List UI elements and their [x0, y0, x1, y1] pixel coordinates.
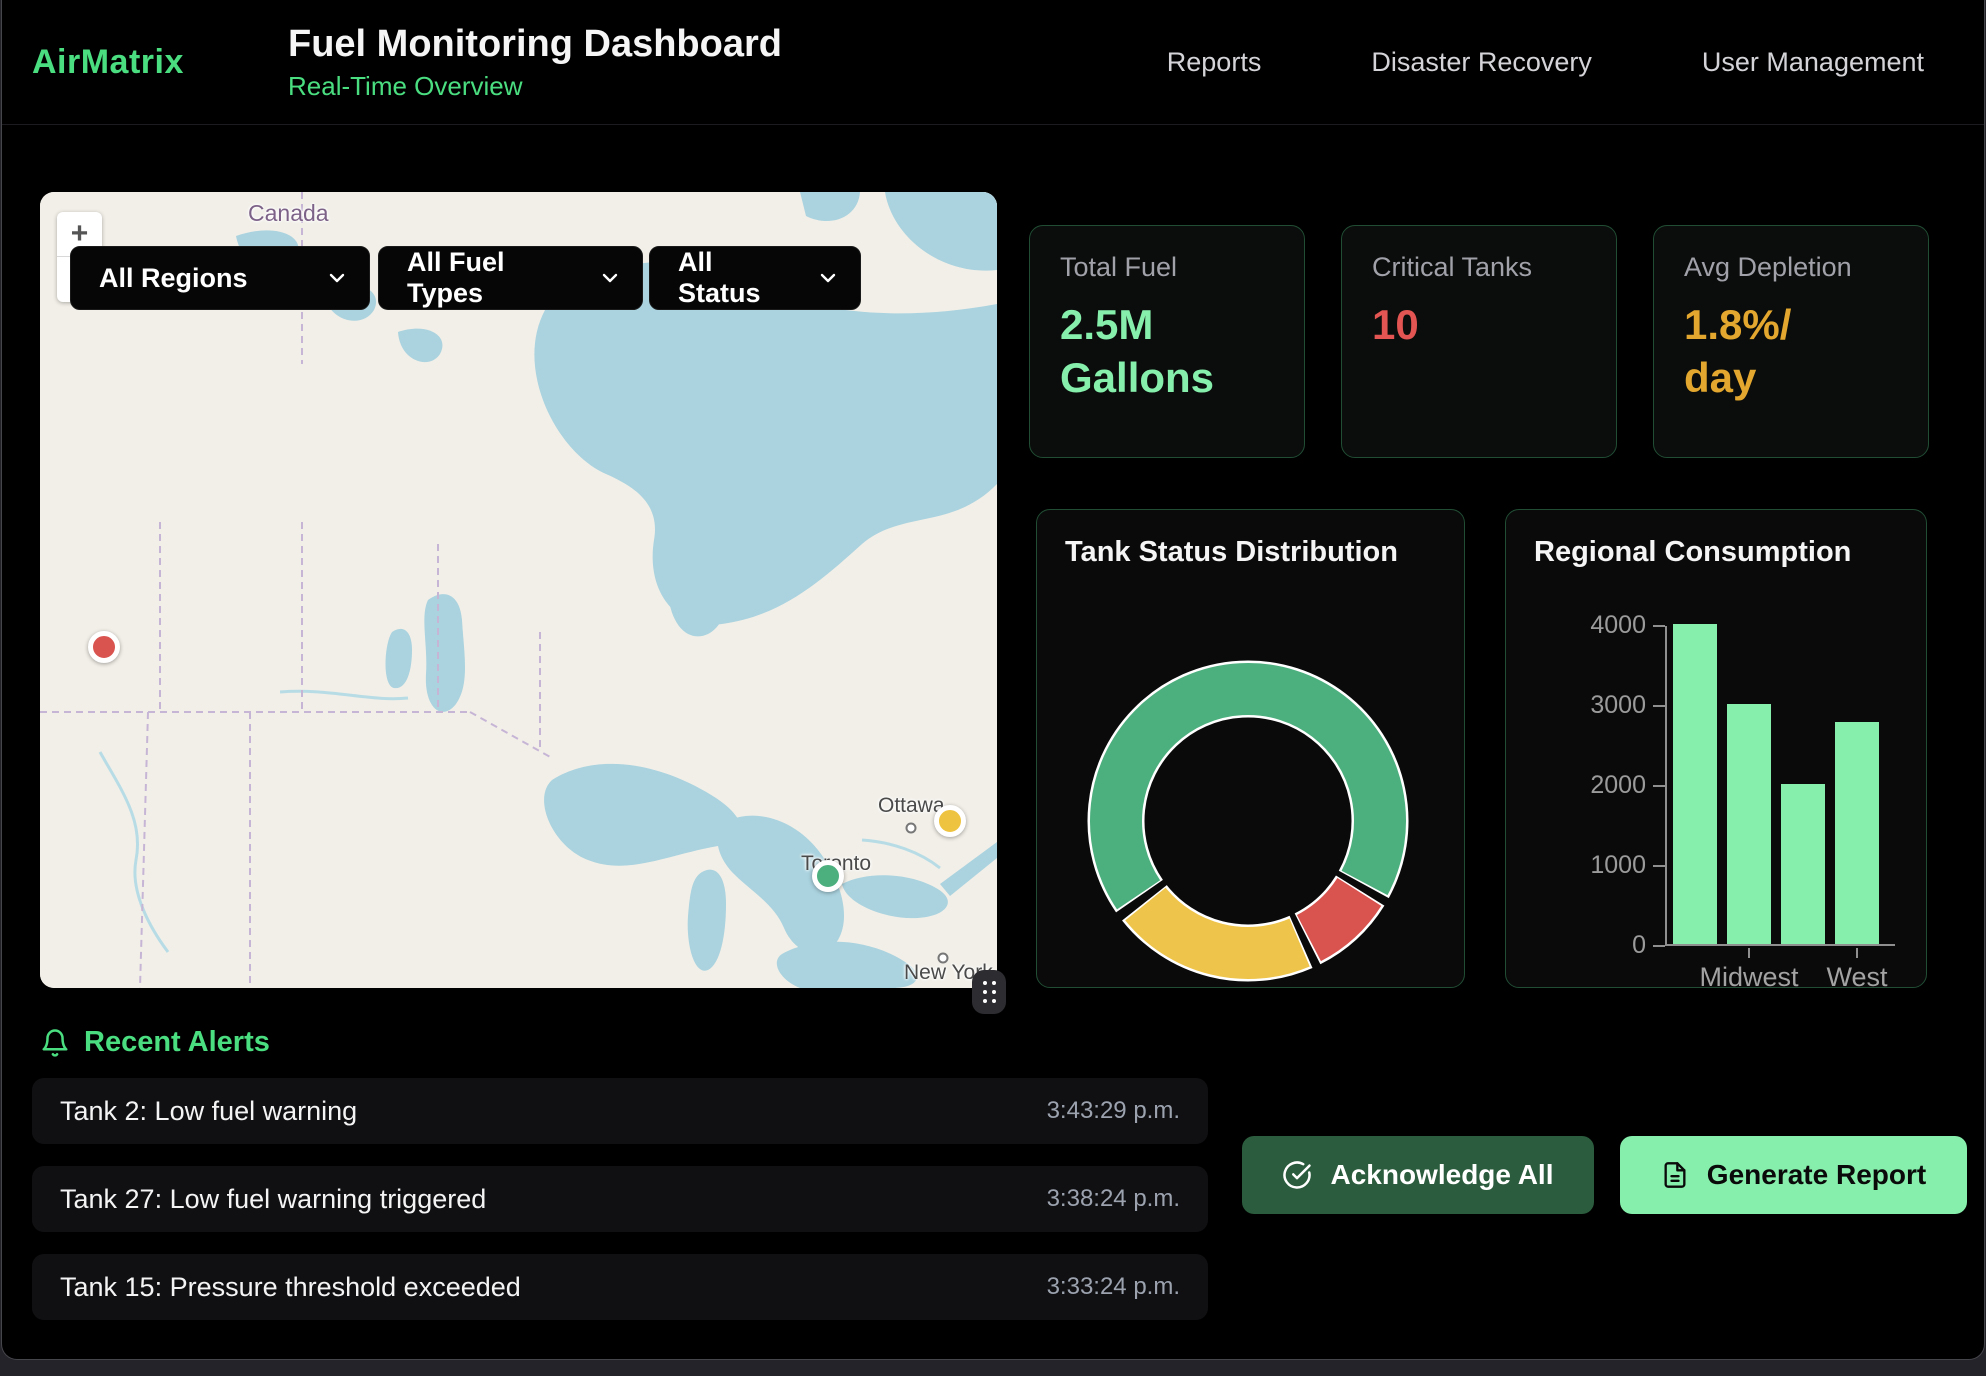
y-axis-tick-label: 1000: [1536, 851, 1646, 880]
check-circle-icon: [1282, 1160, 1312, 1190]
stat-value-avg-depletion: 1.8%/ day: [1684, 299, 1898, 404]
main-nav: Reports Disaster Recovery User Managemen…: [1167, 47, 1924, 78]
recent-alerts-title: Recent Alerts: [84, 1026, 270, 1059]
y-axis-tick-label: 0: [1536, 931, 1646, 960]
tank-marker-critical[interactable]: [88, 631, 120, 663]
bar-2: [1781, 784, 1825, 944]
nav-reports[interactable]: Reports: [1167, 47, 1262, 78]
acknowledge-all-button[interactable]: Acknowledge All: [1242, 1136, 1594, 1214]
alert-message: Tank 15: Pressure threshold exceeded: [60, 1272, 521, 1303]
brand-logo: AirMatrix: [32, 43, 254, 82]
recent-alerts-header: Recent Alerts: [40, 1026, 270, 1059]
regional-consumption-bar-chart: [1665, 626, 1895, 946]
status-filter-label: All Status: [678, 247, 798, 309]
nav-user-management[interactable]: User Management: [1702, 47, 1924, 78]
alert-timestamp: 3:33:24 p.m.: [1047, 1273, 1180, 1301]
generate-report-label: Generate Report: [1707, 1159, 1926, 1191]
stat-card-avg-depletion: Avg Depletion 1.8%/ day: [1653, 225, 1929, 458]
generate-report-button[interactable]: Generate Report: [1620, 1136, 1967, 1214]
x-axis-tick-mark: [1748, 948, 1750, 958]
status-filter-dropdown[interactable]: All Status: [649, 246, 861, 310]
chevron-down-icon: [816, 266, 840, 290]
alert-message: Tank 2: Low fuel warning: [60, 1096, 357, 1127]
bar-3: [1835, 722, 1879, 944]
stat-label: Avg Depletion: [1684, 252, 1898, 283]
stat-card-total-fuel: Total Fuel 2.5M Gallons: [1029, 225, 1305, 458]
acknowledge-all-label: Acknowledge All: [1330, 1159, 1553, 1191]
stat-card-critical-tanks: Critical Tanks 10: [1341, 225, 1617, 458]
tank-map[interactable]: Canada Ottawa Toronto New York + − All R…: [40, 192, 997, 988]
tank-marker-normal[interactable]: [812, 860, 844, 892]
fuel-monitoring-dashboard: AirMatrix Fuel Monitoring Dashboard Real…: [0, 0, 1986, 1376]
alert-row[interactable]: Tank 27: Low fuel warning triggered 3:38…: [32, 1166, 1208, 1232]
tank-status-donut-chart: [1083, 656, 1413, 986]
x-axis-tick-mark: [1856, 948, 1858, 958]
alert-row[interactable]: Tank 15: Pressure threshold exceeded 3:3…: [32, 1254, 1208, 1320]
region-filter-label: All Regions: [99, 263, 248, 294]
title-block: Fuel Monitoring Dashboard Real-Time Over…: [288, 23, 782, 102]
y-axis-tick-mark: [1653, 945, 1665, 947]
alert-timestamp: 3:43:29 p.m.: [1047, 1097, 1180, 1125]
y-axis-tick-mark: [1653, 865, 1665, 867]
y-axis-tick-label: 3000: [1536, 691, 1646, 720]
alert-row[interactable]: Tank 2: Low fuel warning 3:43:29 p.m.: [32, 1078, 1208, 1144]
y-axis-tick-label: 4000: [1536, 611, 1646, 640]
panel-drag-handle[interactable]: [972, 970, 1006, 1014]
app-header: AirMatrix Fuel Monitoring Dashboard Real…: [2, 0, 1984, 125]
page-title: Fuel Monitoring Dashboard: [288, 23, 782, 66]
alert-message: Tank 27: Low fuel warning triggered: [60, 1184, 486, 1215]
dashboard-panel: AirMatrix Fuel Monitoring Dashboard Real…: [1, 0, 1985, 1360]
y-axis-tick-mark: [1653, 705, 1665, 707]
y-axis-tick-label: 2000: [1536, 771, 1646, 800]
y-axis-tick-mark: [1653, 785, 1665, 787]
page-subtitle: Real-Time Overview: [288, 71, 782, 102]
stat-value-critical-tanks: 10: [1372, 299, 1586, 352]
stat-value-total-fuel: 2.5M Gallons: [1060, 299, 1274, 404]
map-label-canada: Canada: [248, 200, 329, 227]
nav-disaster-recovery[interactable]: Disaster Recovery: [1371, 47, 1592, 78]
bar-0: [1673, 624, 1717, 944]
report-document-icon: [1661, 1160, 1689, 1190]
chevron-down-icon: [598, 266, 622, 290]
donut-segment-green: [1116, 689, 1380, 895]
stat-label: Total Fuel: [1060, 252, 1274, 283]
fuel-type-filter-dropdown[interactable]: All Fuel Types: [378, 246, 643, 310]
tank-status-distribution-card: Tank Status Distribution: [1036, 509, 1465, 988]
regional-consumption-card: Regional Consumption 01000200030004000Mi…: [1505, 509, 1927, 988]
bar-chart-title: Regional Consumption: [1534, 536, 1851, 569]
region-filter-dropdown[interactable]: All Regions: [70, 246, 370, 310]
grip-dots-icon: [983, 981, 996, 1003]
tank-marker-warning[interactable]: [934, 805, 966, 837]
bar-1: [1727, 704, 1771, 944]
ottawa-city-dot: [907, 824, 916, 833]
y-axis-tick-mark: [1653, 625, 1665, 627]
donut-segment-yellow: [1145, 904, 1299, 953]
chevron-down-icon: [325, 266, 349, 290]
kpi-row: Total Fuel 2.5M Gallons Critical Tanks 1…: [1029, 225, 1929, 458]
x-axis-tick-label: West: [1787, 962, 1927, 993]
stat-label: Critical Tanks: [1372, 252, 1586, 283]
bell-icon: [40, 1027, 70, 1059]
donut-chart-title: Tank Status Distribution: [1065, 536, 1398, 569]
fuel-type-filter-label: All Fuel Types: [407, 247, 580, 309]
alert-timestamp: 3:38:24 p.m.: [1047, 1185, 1180, 1213]
alerts-list: Tank 2: Low fuel warning 3:43:29 p.m. Ta…: [32, 1078, 1208, 1342]
